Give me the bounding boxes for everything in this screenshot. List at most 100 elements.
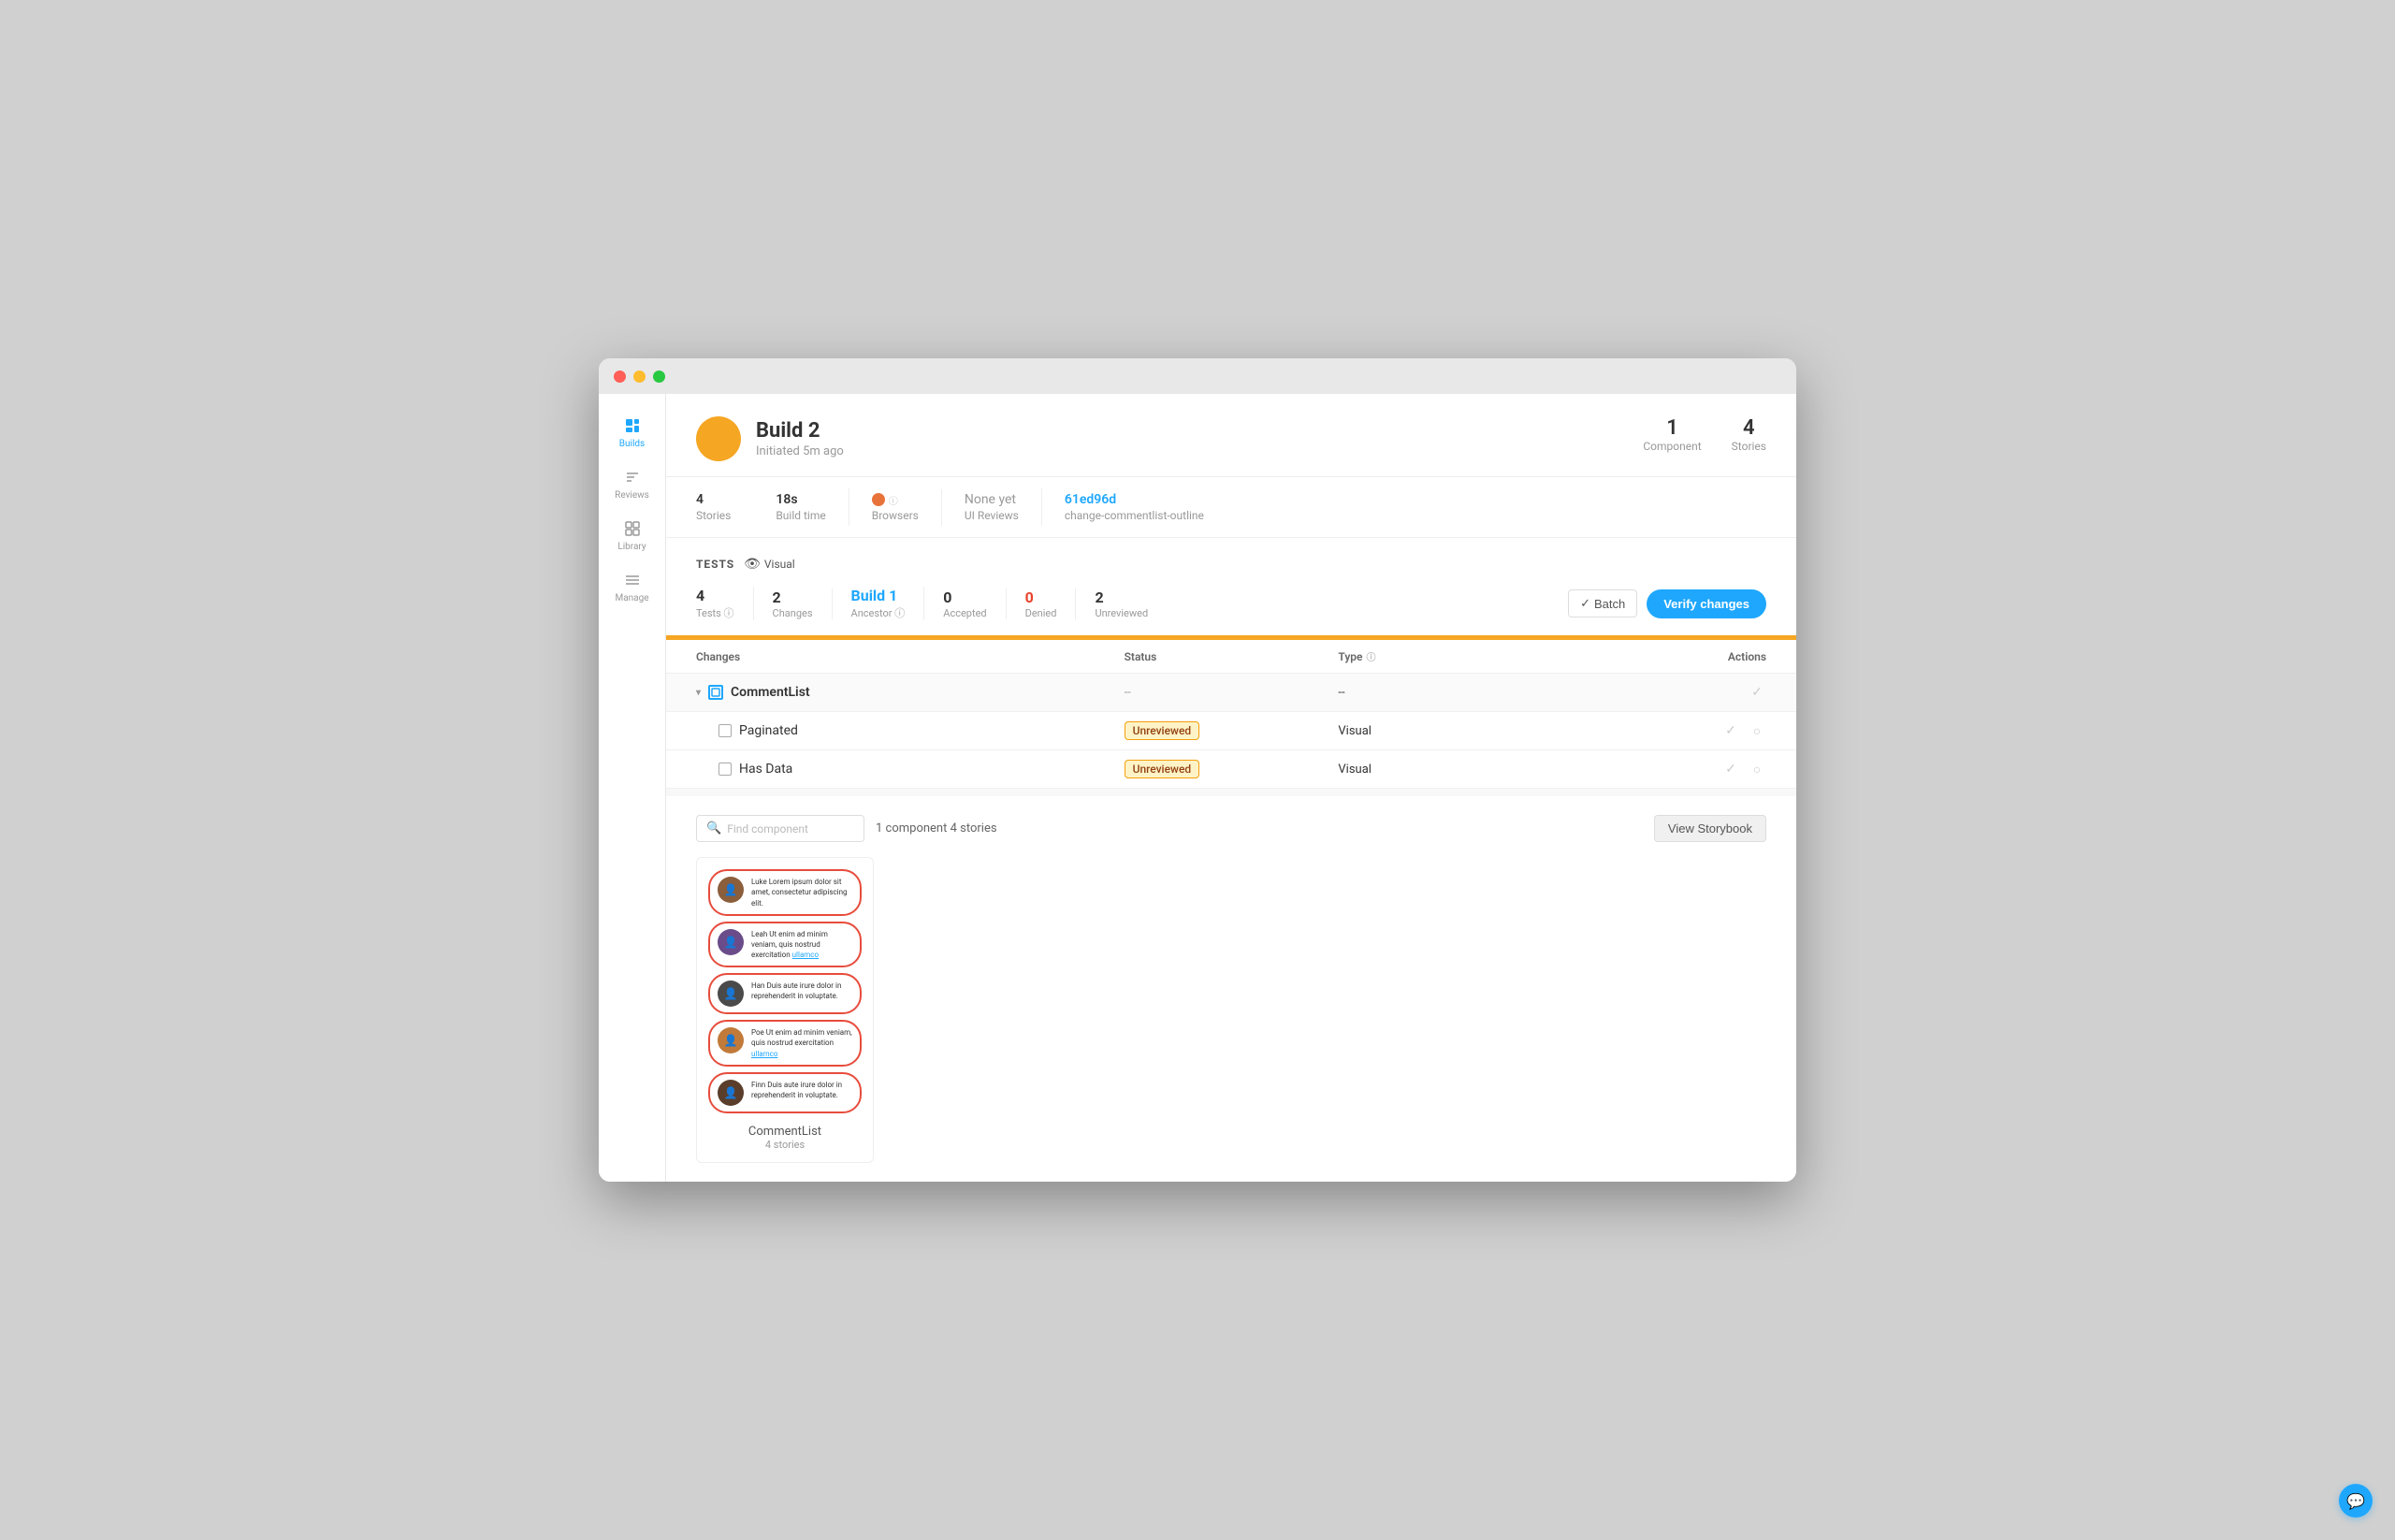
- maximize-button[interactable]: [653, 370, 665, 383]
- tests-num: 4: [696, 587, 734, 604]
- batch-button[interactable]: ✓ Batch: [1568, 589, 1637, 617]
- story-icon: [718, 763, 732, 776]
- header-left: Build 2 Initiated 5m ago: [696, 416, 844, 461]
- library-icon: [623, 519, 642, 538]
- header-stat-stories: 4 Stories: [1732, 416, 1766, 453]
- tests-title: TESTS: [696, 558, 734, 571]
- tests-meta-row: 4 Tests ⓘ 2 Changes Build 1 Ancestor ⓘ: [696, 587, 1766, 635]
- story-name-paginated: Paginated: [696, 723, 1125, 738]
- minimize-button[interactable]: [633, 370, 646, 383]
- list-item: 👤 Finn Duis aute irure dolor in reprehen…: [708, 1072, 862, 1113]
- hasdata-actions: ✓ ○: [1552, 760, 1766, 778]
- list-item: 👤 Poe Ut enim ad minim veniam, quis nost…: [708, 1020, 862, 1067]
- find-component-input[interactable]: 🔍 Find component: [696, 815, 864, 842]
- header-right: 1 Component 4 Stories: [1643, 416, 1766, 453]
- hasdata-status: Unreviewed: [1125, 760, 1339, 778]
- meta-ui-reviews: None yet UI Reviews: [965, 488, 1042, 526]
- story-icon: [718, 724, 732, 737]
- sidebar-reviews-label: Reviews: [615, 490, 649, 501]
- meta-section: 4 Stories 18s Build time ⓘ Browsers None…: [666, 477, 1796, 538]
- story-link[interactable]: ullamco: [751, 1050, 777, 1058]
- test-stat-unreviewed: 2 Unreviewed: [1095, 588, 1167, 619]
- avatar-image: 👤: [718, 877, 744, 903]
- preview-toolbar: 🔍 Find component 1 component 4 stories V…: [696, 815, 1766, 842]
- stories-label: Stories: [1732, 440, 1766, 453]
- test-stat-changes: 2 Changes: [773, 588, 833, 619]
- tests-view-badge: 👁 Visual: [744, 557, 795, 572]
- story-text: Finn Duis aute irure dolor in reprehende…: [751, 1080, 852, 1100]
- sidebar-item-manage[interactable]: Manage: [604, 563, 660, 611]
- status-badge: Unreviewed: [1125, 760, 1200, 778]
- avatar: 👤: [718, 929, 744, 955]
- stories-count: 4: [1743, 416, 1755, 440]
- ui-reviews-label: UI Reviews: [965, 509, 1019, 522]
- manage-icon: [623, 571, 642, 589]
- browsers-info-icon[interactable]: ⓘ: [889, 493, 898, 507]
- table-row: ▾ CommentList -- -- ✓: [666, 674, 1796, 712]
- chevron-down-icon[interactable]: ▾: [696, 688, 701, 698]
- build-title: Build 2: [756, 419, 844, 443]
- verify-changes-button[interactable]: Verify changes: [1647, 589, 1766, 618]
- avatar: 👤: [718, 981, 744, 1007]
- paginated-actions: ✓ ○: [1552, 721, 1766, 740]
- status-badge: Unreviewed: [1125, 721, 1200, 740]
- story-text: Leah Ut enim ad minim veniam, quis nostr…: [751, 929, 852, 961]
- denied-label: Denied: [1025, 607, 1057, 619]
- avatar: 👤: [718, 1080, 744, 1106]
- changes-num: 2: [773, 588, 813, 606]
- reviews-icon: [623, 468, 642, 487]
- ui-reviews-value: None yet: [965, 492, 1019, 507]
- close-button[interactable]: [614, 370, 626, 383]
- accept-icon[interactable]: ✓: [1721, 721, 1740, 740]
- batch-label: Batch: [1594, 597, 1625, 611]
- meta-commit: 61ed96d change-commentlist-outline: [1065, 488, 1227, 526]
- type-info-icon[interactable]: ⓘ: [1366, 649, 1375, 663]
- sidebar-builds-label: Builds: [619, 439, 645, 449]
- build-info: Build 2 Initiated 5m ago: [756, 419, 844, 458]
- sidebar-item-builds[interactable]: Builds: [604, 409, 660, 457]
- tests-section: TESTS 👁 Visual 4 Tests ⓘ 2 Ch: [666, 538, 1796, 635]
- tests-meta-right: ✓ Batch Verify changes: [1568, 589, 1766, 618]
- builds-icon: [623, 416, 642, 435]
- stories-meta-label: Stories: [696, 509, 731, 522]
- component-name: ▾ CommentList: [696, 685, 1125, 700]
- story-name-hasdata: Has Data: [696, 762, 1125, 777]
- sidebar-item-library[interactable]: Library: [604, 512, 660, 559]
- search-icon: 🔍: [706, 821, 721, 835]
- accept-icon[interactable]: ✓: [1721, 760, 1740, 778]
- build-subtitle: Initiated 5m ago: [756, 444, 844, 458]
- avatar-image: 👤: [718, 981, 744, 1007]
- avatar: 👤: [718, 1027, 744, 1053]
- checkmark-icon: ✓: [1580, 596, 1590, 611]
- accepted-num: 0: [943, 588, 986, 606]
- commit-value[interactable]: 61ed96d: [1065, 492, 1204, 507]
- ancestor-num[interactable]: Build 1: [851, 587, 906, 604]
- check-icon[interactable]: ✓: [1748, 683, 1766, 702]
- view-storybook-button[interactable]: View Storybook: [1654, 815, 1766, 842]
- browsers-meta-label: Browsers: [872, 509, 919, 522]
- sidebar-library-label: Library: [617, 542, 646, 552]
- tests-label: Tests ⓘ: [696, 605, 734, 620]
- changes-table: Changes Status Type ⓘ Actions: [666, 640, 1796, 789]
- commit-label: change-commentlist-outline: [1065, 509, 1204, 522]
- changes-label: Changes: [773, 607, 813, 619]
- component-count: 1: [1666, 416, 1678, 440]
- app-window: Builds Reviews: [599, 358, 1796, 1182]
- test-stat-tests: 4 Tests ⓘ: [696, 587, 754, 620]
- browsers-display: ⓘ: [872, 493, 919, 507]
- reject-icon[interactable]: ○: [1748, 760, 1766, 778]
- preview-card: 👤 Luke Lorem ipsum dolor sit amet, conse…: [696, 857, 874, 1163]
- find-placeholder: Find component: [727, 822, 808, 835]
- sidebar-item-reviews[interactable]: Reviews: [604, 460, 660, 508]
- unreviewed-num: 2: [1095, 588, 1148, 606]
- table-header: Changes Status Type ⓘ Actions: [666, 640, 1796, 674]
- group-type: --: [1338, 686, 1552, 700]
- preview-count: 1 component 4 stories: [876, 821, 997, 835]
- hasdata-type: Visual: [1338, 763, 1552, 777]
- table-row: Paginated Unreviewed Visual ✓ ○: [666, 712, 1796, 750]
- paginated-type: Visual: [1338, 724, 1552, 738]
- reject-icon[interactable]: ○: [1748, 721, 1766, 740]
- meta-build-time: 18s Build time: [776, 488, 849, 526]
- test-stat-denied: 0 Denied: [1025, 588, 1077, 619]
- story-link[interactable]: ullamco: [792, 951, 819, 959]
